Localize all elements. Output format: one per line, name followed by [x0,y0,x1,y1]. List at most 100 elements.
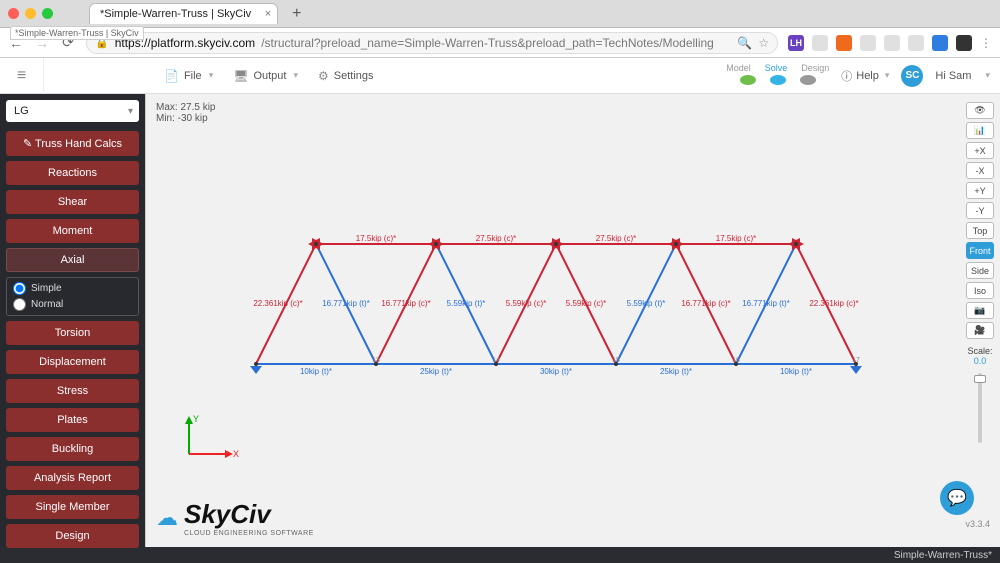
window-close-dot[interactable] [8,8,19,19]
help-menu[interactable]: ⓘHelp▾ [841,68,889,84]
rail-eye[interactable]: 👁 [966,102,994,119]
btn-reactions[interactable]: Reactions [6,161,139,185]
axial-suboptions: Simple Normal [6,277,139,316]
force-label: 25kip (t)* [660,367,692,376]
menu-settings[interactable]: ⚙Settings [318,69,374,83]
extension-icons: LH ⋮ [788,35,992,51]
btn-single[interactable]: Single Member [6,495,139,519]
force-label: 30kip (t)* [540,367,572,376]
btn-torsion[interactable]: Torsion [6,321,139,345]
result-minmax: Max: 27.5 kip Min: -30 kip [156,102,215,124]
force-label: 10kip (t)* [300,367,332,376]
force-label: 5.59kip (t)* [627,299,666,308]
btn-report[interactable]: Analysis Report [6,466,139,490]
scale-slider[interactable] [978,373,982,443]
force-label: 16.771kip (c)* [381,299,430,308]
rail-minus-y[interactable]: -Y [966,202,994,219]
logo-text: SkyCiv [184,499,314,530]
force-label: 16.771kip (t)* [322,299,370,308]
app-toolbar: ≡ 📄File▾ 🖥Output▾ ⚙Settings Model Solve … [0,58,1000,94]
scale-readout: Scale: 0.0 [967,346,992,366]
rail-camera-icon[interactable]: 📷 [966,302,994,319]
opt-simple[interactable]: Simple [13,282,132,295]
rail-front[interactable]: Front [966,242,994,259]
btn-moment[interactable]: Moment [6,219,139,243]
hamburger-button[interactable]: ≡ [0,58,44,94]
node-id: 13 [372,357,380,364]
loadgroup-select[interactable]: LG [6,100,139,122]
rail-top[interactable]: Top [966,222,994,239]
file-icon: 📄 [164,69,179,83]
mode-model-dot[interactable] [740,75,756,85]
svg-text:X: X [233,449,239,459]
rail-plus-x[interactable]: +X [966,142,994,159]
btn-axial[interactable]: Axial [6,248,139,272]
ext-icon[interactable] [836,35,852,51]
mode-switch: Model Solve Design [726,63,829,85]
new-tab-button[interactable]: + [292,5,301,23]
ext-icon[interactable] [956,35,972,51]
btn-design[interactable]: Design [6,524,139,548]
rail-minus-x[interactable]: -X [966,162,994,179]
force-label: 27.5kip (c)* [596,234,636,243]
browser-tab[interactable]: *Simple-Warren-Truss | SkyCiv × [89,3,278,24]
btn-hand-calcs[interactable]: ✎ Truss Hand Calcs [6,131,139,156]
rail-plus-y[interactable]: +Y [966,182,994,199]
truss-diagram: 17.5kip (c)* 27.5kip (c)* 27.5kip (c)* 1… [236,214,896,394]
viewport[interactable]: Max: 27.5 kip Min: -30 kip [145,94,1000,547]
force-label: 5.59kip (c)* [506,299,546,308]
mode-solve-dot[interactable] [770,75,786,85]
mode-design-dot[interactable] [800,75,816,85]
bookmark-star-icon[interactable]: ☆ [758,36,769,50]
slider-knob[interactable] [974,375,986,383]
window-min-dot[interactable] [25,8,36,19]
url-path: /structural?preload_name=Simple-Warren-T… [261,36,714,50]
force-label: 22.361kip (c)* [253,299,302,308]
ext-icon[interactable] [932,35,948,51]
omnibox-search-icon[interactable]: 🔍 [737,36,752,50]
ext-lh-icon[interactable]: LH [788,35,804,51]
force-label: 27.5kip (c)* [476,234,516,243]
browser-menu-icon[interactable]: ⋮ [980,36,992,50]
user-avatar[interactable]: SC [901,65,923,87]
window-max-dot[interactable] [42,8,53,19]
rail-iso[interactable]: Iso [966,282,994,299]
rail-video-icon[interactable]: 🎥 [966,322,994,339]
rail-side[interactable]: Side [966,262,994,279]
mode-design-label[interactable]: Design [801,63,829,73]
radio-normal[interactable] [13,298,26,311]
mode-model-label[interactable]: Model [726,63,751,73]
menu-output[interactable]: 🖥Output▾ [233,69,298,83]
user-greeting: Hi Sam [935,70,971,82]
ext-icon[interactable] [884,35,900,51]
ext-icon[interactable] [908,35,924,51]
menu-file[interactable]: 📄File▾ [164,69,213,83]
tab-close-icon[interactable]: × [265,8,271,20]
skyciv-logo: ☁ SkyCiv CLOUD ENGINEERING SOFTWARE [156,499,314,537]
ext-icon[interactable] [860,35,876,51]
gear-icon: ⚙ [318,69,329,83]
force-label: 17.5kip (c)* [356,234,396,243]
chat-fab[interactable]: 💬 [940,481,974,515]
monitor-icon: 🖥 [233,69,248,83]
btn-buckling[interactable]: Buckling [6,437,139,461]
ext-icon[interactable] [812,35,828,51]
btn-plates[interactable]: Plates [6,408,139,432]
status-bar: Simple-Warren-Truss* [0,547,1000,563]
btn-stress[interactable]: Stress [6,379,139,403]
force-label: 5.59kip (c)* [566,299,606,308]
radio-simple[interactable] [13,282,26,295]
view-rail: 👁 📊 +X -X +Y -Y Top Front Side Iso 📷 🎥 S… [966,102,994,443]
max-label: Max: 27.5 kip [156,102,215,113]
browser-address-bar: ← → ⟳ 🔒 https://platform.skyciv.com/stru… [0,28,1000,58]
mode-solve-label[interactable]: Solve [765,63,788,73]
btn-displacement[interactable]: Displacement [6,350,139,374]
force-label: 22.361kip (c)* [809,299,858,308]
pinned-tab-hint: *Simple-Warren-Truss | SkyCiv [10,26,144,40]
rail-chart-icon[interactable]: 📊 [966,122,994,139]
version-label: v3.3.4 [965,519,990,529]
force-label: 16.771kip (t)* [742,299,790,308]
opt-normal[interactable]: Normal [13,298,132,311]
btn-shear[interactable]: Shear [6,190,139,214]
url-field[interactable]: 🔒 https://platform.skyciv.com/structural… [86,32,778,54]
